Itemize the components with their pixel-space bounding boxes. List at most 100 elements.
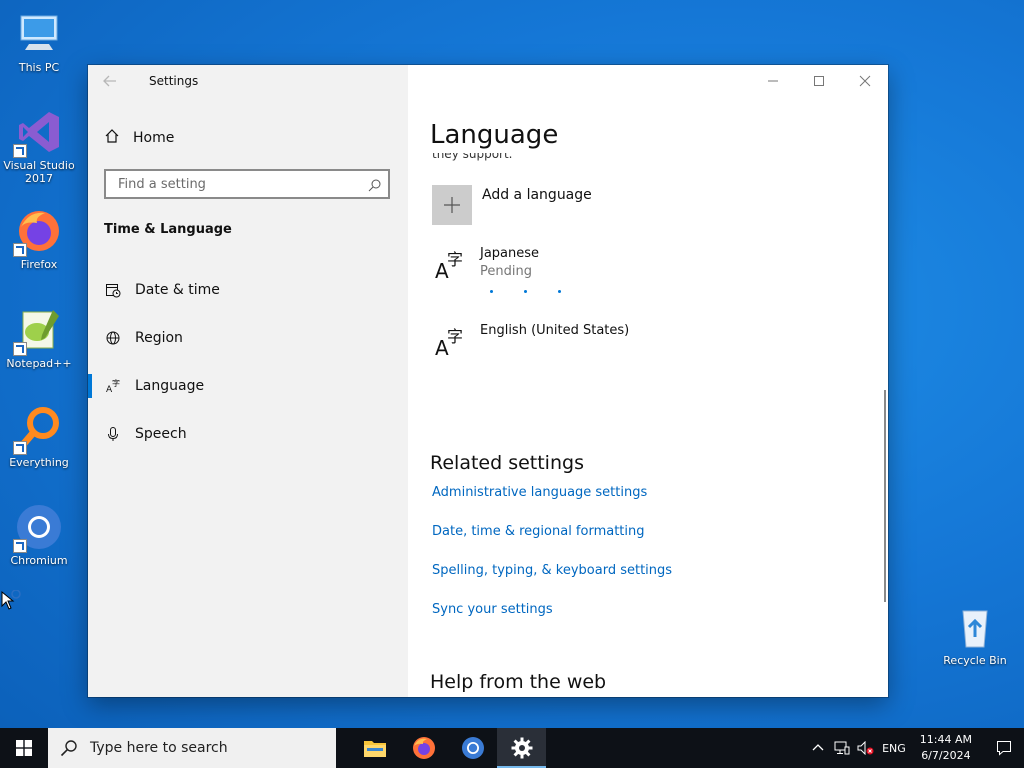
link-administrative-language-settings[interactable]: Administrative language settings	[432, 485, 647, 500]
language-name: Japanese	[480, 246, 540, 261]
volume-muted-icon	[857, 741, 874, 755]
settings-window: Settings Home Time & Language Date & tim…	[88, 65, 888, 697]
desktop-icon-everything[interactable]: Everything	[1, 405, 77, 469]
close-button[interactable]	[842, 65, 888, 97]
nav-home-label: Home	[133, 130, 175, 146]
desktop-icon-this-pc[interactable]: This PC	[1, 10, 77, 74]
sidebar-item-label: Region	[135, 330, 183, 346]
svg-text:字: 字	[447, 250, 463, 269]
calendar-clock-icon	[104, 281, 122, 299]
sidebar-item-label: Date & time	[135, 282, 220, 298]
file-explorer-icon	[363, 741, 386, 757]
svg-text:字: 字	[447, 327, 463, 346]
desktop-icon-firefox[interactable]: Firefox	[1, 207, 77, 271]
find-setting-search[interactable]	[104, 169, 390, 199]
language-icon: A字	[434, 246, 468, 283]
windows-logo-icon	[16, 740, 32, 756]
minimize-icon	[768, 80, 778, 82]
computer-icon	[15, 10, 63, 58]
active-indicator	[88, 374, 92, 398]
taskbar-search-box[interactable]: Type here to search	[48, 728, 336, 768]
input-language-indicator[interactable]: ENG	[882, 742, 906, 755]
desktop-icon-recycle-bin[interactable]: Recycle Bin	[937, 603, 1013, 667]
language-name: English (United States)	[480, 323, 630, 338]
shortcut-arrow-icon	[13, 243, 27, 257]
desktop-icon-label: Firefox	[20, 258, 58, 271]
mouse-cursor-icon	[1, 590, 21, 610]
network-icon	[834, 741, 850, 755]
link-spelling-typing-keyboard-settings[interactable]: Spelling, typing, & keyboard settings	[432, 563, 672, 578]
shortcut-arrow-icon	[13, 144, 27, 158]
settings-content: Language they support. Add a language A字…	[408, 65, 888, 697]
system-tray: ENG 11:44 AM 6/7/2024	[806, 728, 1024, 768]
recycle-bin-icon	[951, 603, 999, 651]
close-icon	[859, 75, 871, 87]
svg-text:字: 字	[112, 378, 120, 388]
volume-button[interactable]	[854, 741, 878, 755]
shortcut-arrow-icon	[13, 441, 27, 455]
visual-studio-icon	[13, 108, 63, 158]
page-title: Language	[430, 120, 559, 150]
add-language-label: Add a language	[482, 187, 592, 203]
settings-sidebar: Settings Home Time & Language Date & tim…	[88, 65, 408, 697]
language-item-english-us[interactable]: A字 English (United States)	[434, 323, 630, 360]
language-status: Pending	[480, 264, 532, 279]
maximize-button[interactable]	[796, 65, 842, 97]
link-sync-your-settings[interactable]: Sync your settings	[432, 602, 553, 617]
nav-home[interactable]: Home	[104, 128, 174, 148]
window-controls	[750, 65, 888, 97]
taskbar-firefox[interactable]	[399, 728, 448, 768]
language-icon: A字	[434, 323, 468, 360]
clock-date: 6/7/2024	[921, 749, 971, 762]
language-item-japanese[interactable]: A字 Japanese Pending	[434, 246, 540, 283]
clock[interactable]: 11:44 AM 6/7/2024	[920, 732, 972, 764]
chromium-icon	[13, 503, 63, 553]
sidebar-item-speech[interactable]: Speech	[104, 425, 187, 443]
scrollbar[interactable]	[884, 390, 886, 602]
action-center-button[interactable]	[984, 740, 1024, 756]
firefox-icon	[13, 207, 63, 257]
home-icon	[104, 128, 120, 148]
taskbar: Type here to search ENG 11:44 AM 6/7/202…	[0, 728, 1024, 768]
sidebar-item-date-time[interactable]: Date & time	[104, 281, 220, 299]
start-button[interactable]	[0, 728, 48, 768]
taskbar-settings[interactable]	[497, 728, 546, 768]
sidebar-item-language[interactable]: A字 Language	[104, 377, 204, 395]
sidebar-item-region[interactable]: Region	[104, 329, 183, 347]
desktop-icon-label: Visual Studio 2017	[3, 159, 75, 185]
shortcut-arrow-icon	[13, 342, 27, 356]
search-input[interactable]	[116, 176, 360, 193]
chromium-icon	[461, 737, 484, 759]
add-language-button[interactable]: Add a language	[432, 185, 592, 225]
desktop-icon-label: Everything	[9, 456, 69, 469]
network-button[interactable]	[830, 741, 854, 755]
sidebar-item-label: Speech	[135, 426, 187, 442]
desktop-icon-notepad-plus-plus[interactable]: Notepad++	[1, 306, 77, 370]
link-date-time-regional-formatting[interactable]: Date, time & regional formatting	[432, 524, 645, 539]
taskbar-search-placeholder: Type here to search	[90, 740, 228, 756]
clipped-description: they support.	[432, 153, 513, 161]
taskbar-chromium[interactable]	[448, 728, 497, 768]
desktop-icon-chromium[interactable]: Chromium	[1, 503, 77, 567]
clock-time: 11:44 AM	[919, 733, 972, 746]
window-title: Settings	[149, 74, 199, 88]
desktop-icon-label: Notepad++	[6, 357, 72, 370]
maximize-icon	[814, 76, 824, 86]
everything-search-icon	[13, 405, 63, 455]
desktop-icon-label: This PC	[18, 61, 60, 74]
search-icon	[368, 177, 382, 196]
desktop-icon-label: Chromium	[10, 554, 68, 567]
desktop-icon-label: Recycle Bin	[943, 654, 1007, 667]
taskbar-file-explorer[interactable]	[350, 728, 399, 768]
show-hidden-icons-button[interactable]	[806, 742, 830, 754]
chevron-up-icon	[812, 744, 824, 751]
help-from-web-heading: Help from the web	[430, 671, 607, 693]
microphone-icon	[104, 425, 122, 443]
minimize-button[interactable]	[750, 65, 796, 97]
desktop-icon-visual-studio[interactable]: Visual Studio 2017	[1, 108, 77, 185]
back-arrow-icon[interactable]	[102, 73, 122, 91]
related-settings-heading: Related settings	[430, 452, 584, 474]
settings-icon	[511, 737, 532, 759]
progress-dots	[490, 290, 561, 293]
section-title: Time & Language	[104, 222, 232, 237]
